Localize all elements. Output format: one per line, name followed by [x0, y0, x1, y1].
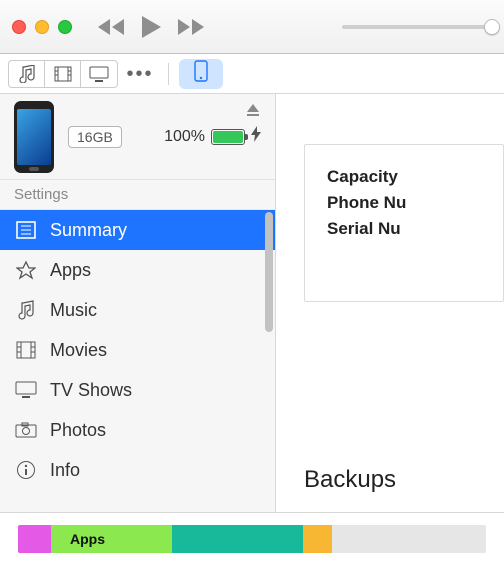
iphone-icon	[194, 60, 208, 87]
storage-segment-other	[303, 525, 331, 553]
window-controls	[12, 20, 72, 34]
tv-icon	[14, 381, 38, 399]
photos-icon	[14, 422, 38, 438]
tab-tv[interactable]	[81, 61, 117, 87]
sidebar-item-label: Apps	[50, 260, 91, 281]
sidebar-item-apps[interactable]: Apps	[0, 250, 275, 290]
media-type-group	[8, 60, 118, 88]
window-titlebar	[0, 0, 504, 54]
device-button[interactable]	[179, 59, 223, 89]
sidebar-item-label: TV Shows	[50, 380, 132, 401]
storage-segment-apps	[51, 525, 173, 553]
sidebar-item-summary[interactable]: Summary	[0, 210, 275, 250]
sidebar-item-music[interactable]: Music	[0, 290, 275, 330]
section-label-settings: Settings	[0, 180, 275, 210]
sidebar-item-label: Music	[50, 300, 97, 321]
sidebar-item-label: Summary	[50, 220, 127, 241]
storage-bar-section: Apps	[0, 512, 504, 566]
scrollbar-thumb[interactable]	[265, 212, 273, 332]
summary-icon	[14, 221, 38, 239]
device-thumbnail	[14, 101, 54, 173]
music-icon	[14, 300, 38, 320]
divider	[168, 63, 169, 85]
apps-icon	[14, 260, 38, 280]
battery-icon	[211, 129, 245, 145]
volume-slider[interactable]	[342, 25, 492, 29]
info-icon	[14, 460, 38, 480]
storage-segment-docs	[172, 525, 303, 553]
forward-icon[interactable]	[176, 18, 206, 36]
tab-movies[interactable]	[45, 61, 81, 87]
settings-list: Summary Apps Music Movies	[0, 210, 275, 490]
sidebar-item-movies[interactable]: Movies	[0, 330, 275, 370]
backups-heading: Backups	[304, 466, 396, 494]
sidebar-item-label: Movies	[50, 340, 107, 361]
more-button[interactable]: •••	[122, 61, 158, 87]
label-serial-number: Serial Nu	[327, 219, 503, 239]
storage-segment-audio	[18, 525, 51, 553]
close-button[interactable]	[12, 20, 26, 34]
minimize-button[interactable]	[35, 20, 49, 34]
sidebar-item-tv[interactable]: TV Shows	[0, 370, 275, 410]
battery-percent: 100%	[164, 128, 205, 146]
device-info-panel: Capacity Phone Nu Serial Nu	[304, 144, 504, 302]
sidebar-item-label: Info	[50, 460, 80, 481]
label-capacity: Capacity	[327, 167, 503, 187]
capacity-badge: 16GB	[68, 126, 122, 148]
tab-music[interactable]	[9, 61, 45, 87]
sidebar-item-info[interactable]: Info	[0, 450, 275, 490]
content-pane: Capacity Phone Nu Serial Nu Backups	[276, 94, 504, 512]
charging-icon	[251, 126, 261, 147]
play-icon[interactable]	[140, 15, 162, 39]
storage-segment-label: Apps	[70, 525, 105, 553]
playback-controls	[96, 15, 206, 39]
device-sidebar: 16GB 100% Settings Summary	[0, 94, 276, 512]
storage-bar[interactable]: Apps	[18, 525, 486, 553]
zoom-button[interactable]	[58, 20, 72, 34]
sidebar-item-label: Photos	[50, 420, 106, 441]
volume-knob[interactable]	[484, 19, 500, 35]
movies-icon	[14, 341, 38, 359]
eject-icon[interactable]	[245, 102, 261, 123]
label-phone-number: Phone Nu	[327, 193, 503, 213]
library-tab-bar: •••	[0, 54, 504, 94]
device-header: 16GB 100%	[0, 94, 275, 180]
sidebar-item-photos[interactable]: Photos	[0, 410, 275, 450]
storage-segment-free	[332, 525, 486, 553]
rewind-icon[interactable]	[96, 18, 126, 36]
